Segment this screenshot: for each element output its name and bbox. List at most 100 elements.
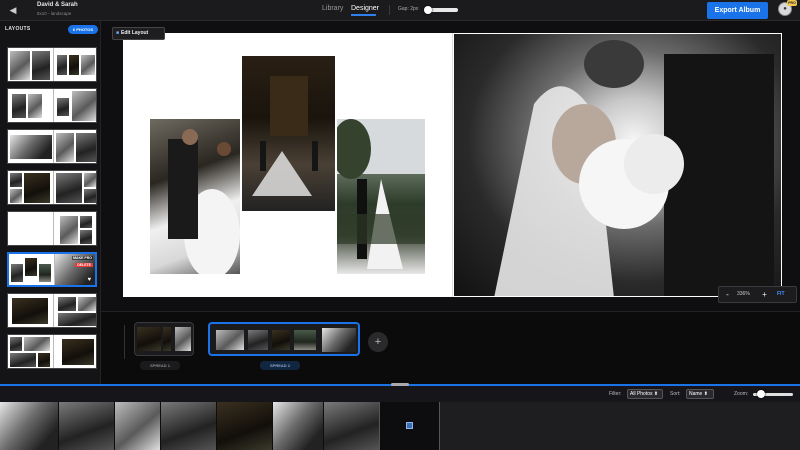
back-button[interactable]: ◀ bbox=[6, 3, 20, 17]
divider bbox=[389, 5, 390, 15]
spread-photo bbox=[216, 330, 244, 350]
photo-couple-garden-image bbox=[337, 119, 425, 269]
photo-slot-couple-garden[interactable] bbox=[337, 119, 425, 274]
user-icon: ● bbox=[783, 6, 787, 12]
layout-spine bbox=[53, 335, 54, 368]
active-tab-indicator bbox=[351, 14, 376, 16]
layout-photo-slot bbox=[12, 94, 26, 118]
layout-thumbnail-selected[interactable]: MAKE PRO DELETE ♥ bbox=[7, 252, 97, 287]
layout-photo-slot bbox=[80, 216, 92, 228]
tray-zoom-slider-knob[interactable] bbox=[757, 390, 765, 398]
spread-label-2: SPREAD 2 bbox=[260, 361, 300, 370]
export-album-button[interactable]: Export Album bbox=[707, 2, 768, 19]
photo-wedding-party-image bbox=[252, 76, 318, 196]
layout-photo-slot bbox=[10, 173, 22, 187]
tray-zoom-label: Zoom: bbox=[734, 391, 749, 397]
gap-slider-knob[interactable] bbox=[424, 6, 432, 14]
layout-photo-slot bbox=[10, 189, 22, 203]
photos-count-badge: 6 PHOTOS bbox=[68, 25, 98, 34]
layout-thumbnail[interactable] bbox=[7, 170, 97, 205]
layout-thumbnail[interactable] bbox=[7, 293, 97, 328]
back-arrow-icon: ◀ bbox=[9, 5, 17, 15]
zoom-level: 336% bbox=[737, 291, 750, 297]
spread-thumbnail-2[interactable] bbox=[208, 322, 360, 356]
spread-thumbnail-1[interactable] bbox=[134, 322, 194, 356]
layout-photo-slot bbox=[58, 313, 96, 326]
heart-icon[interactable]: ♥ bbox=[87, 277, 91, 283]
photo-slot-wedding-party[interactable] bbox=[242, 56, 335, 211]
layout-photo-slot bbox=[84, 173, 96, 187]
layout-thumbnail[interactable] bbox=[7, 334, 97, 369]
layout-photo-slot bbox=[80, 230, 92, 244]
project-subtitle: 8x10 - landscape bbox=[37, 11, 72, 16]
divider bbox=[124, 325, 125, 359]
photo-slot-couple-kiss[interactable] bbox=[150, 119, 240, 274]
spread-photo bbox=[294, 330, 316, 350]
delete-button[interactable]: DELETE bbox=[75, 263, 93, 267]
pro-badge: PRO bbox=[787, 0, 797, 6]
filter-label: Filter: bbox=[609, 391, 622, 397]
tray-photo[interactable] bbox=[115, 402, 160, 450]
zoom-in-button[interactable]: + bbox=[759, 289, 770, 300]
layout-spine bbox=[53, 89, 54, 122]
layout-thumbnail[interactable] bbox=[7, 129, 97, 164]
layout-photo-slot bbox=[69, 55, 79, 75]
edit-layout-label: Edit Layout bbox=[121, 30, 149, 36]
layout-photo-slot bbox=[57, 55, 67, 75]
tray-photo[interactable] bbox=[324, 402, 379, 450]
add-spread-button[interactable]: + bbox=[368, 332, 388, 352]
photo-slot-bride-bouquet[interactable] bbox=[453, 33, 782, 297]
lock-icon: ■ bbox=[116, 30, 120, 36]
tray-photo[interactable] bbox=[161, 402, 216, 450]
layout-photo-slot bbox=[10, 51, 30, 80]
layout-photo-slot bbox=[11, 264, 23, 282]
layout-photo-slot bbox=[28, 94, 42, 118]
layout-photo-slot bbox=[32, 51, 50, 80]
sort-value: Name bbox=[689, 391, 703, 397]
layout-spine bbox=[53, 48, 54, 81]
filter-select[interactable]: All Photos ⬍ bbox=[627, 389, 663, 399]
gap-label: Gap: 2px bbox=[398, 6, 419, 12]
tab-designer[interactable]: Designer bbox=[351, 5, 379, 12]
layout-photo-slot bbox=[39, 264, 51, 282]
layout-photo-slot bbox=[10, 135, 52, 159]
tray-photo[interactable] bbox=[273, 402, 323, 450]
layout-photo-slot bbox=[56, 173, 82, 203]
layout-thumbnail[interactable] bbox=[7, 47, 97, 82]
edit-layout-button[interactable]: ■ Edit Layout bbox=[112, 27, 165, 40]
zoom-controls: - 336% + FIT bbox=[718, 286, 797, 303]
make-pro-button[interactable]: MAKE PRO bbox=[72, 256, 93, 260]
layout-photo-slot bbox=[76, 133, 96, 162]
tray-photo[interactable] bbox=[217, 402, 272, 450]
layout-thumbnail[interactable] bbox=[7, 88, 97, 123]
layout-spine bbox=[53, 130, 54, 163]
spread-label-1: SPREAD 1 bbox=[140, 361, 180, 370]
layout-photo-slot bbox=[38, 353, 50, 367]
layout-thumbnail[interactable] bbox=[7, 211, 97, 246]
layout-photo-slot bbox=[24, 173, 50, 203]
drop-target-icon[interactable] bbox=[406, 422, 413, 429]
layout-photo-slot bbox=[81, 55, 95, 75]
tab-library[interactable]: Library bbox=[322, 5, 343, 12]
zoom-out-button[interactable]: - bbox=[722, 289, 733, 300]
project-name: David & Sarah bbox=[37, 2, 78, 8]
filter-value: All Photos bbox=[630, 391, 653, 397]
layouts-title: LAYOUTS bbox=[5, 26, 31, 32]
zoom-fit-button[interactable]: FIT bbox=[777, 291, 785, 297]
spread-photo bbox=[272, 330, 290, 350]
spread-photo bbox=[322, 328, 356, 352]
tray-photo[interactable] bbox=[59, 402, 114, 450]
spread-photo bbox=[163, 327, 171, 351]
chevron-down-icon: ⬍ bbox=[703, 391, 708, 397]
photo-bride-bouquet-image bbox=[494, 40, 774, 296]
layout-photo-slot bbox=[72, 91, 96, 121]
layout-photo-slot bbox=[12, 298, 48, 324]
tray-photo[interactable] bbox=[0, 402, 58, 450]
chevron-down-icon: ⬍ bbox=[653, 391, 659, 397]
layout-spine bbox=[53, 212, 54, 245]
sort-select[interactable]: Name ⬍ bbox=[686, 389, 714, 399]
divider bbox=[379, 402, 380, 450]
layout-photo-slot bbox=[24, 337, 50, 351]
layout-photo-slot bbox=[60, 216, 78, 244]
spread-photo bbox=[248, 330, 268, 350]
